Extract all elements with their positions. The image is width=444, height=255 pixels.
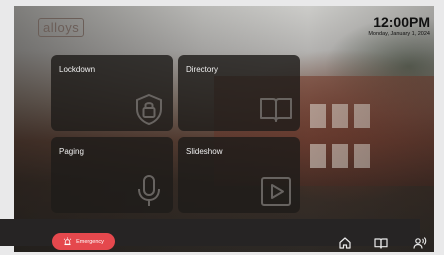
home-icon[interactable]: [338, 236, 352, 250]
clock: 12:00PM Monday, January 1, 2024: [368, 14, 430, 38]
play-icon: [261, 177, 291, 206]
tile-label: Paging: [59, 147, 84, 156]
tile-slideshow[interactable]: Slideshow: [178, 137, 300, 213]
tile-label: Slideshow: [186, 147, 223, 156]
tile-directory[interactable]: Directory: [178, 55, 300, 131]
tile-paging[interactable]: Paging: [51, 137, 173, 213]
book-icon[interactable]: [374, 236, 388, 250]
tile-label: Lockdown: [59, 65, 96, 74]
tile-label: Directory: [186, 65, 219, 74]
emergency-button[interactable]: Emergency: [52, 233, 115, 250]
lock-icon: [136, 93, 162, 126]
microphone-icon: [138, 175, 160, 206]
emergency-label: Emergency: [76, 238, 104, 245]
book-icon: [260, 98, 292, 122]
announcement-icon[interactable]: [413, 236, 427, 250]
clock-time: 12:00PM: [373, 14, 430, 30]
brand-logo: alloys: [38, 18, 85, 37]
clock-date: Monday, January 1, 2024: [368, 31, 430, 37]
alarm-icon: [63, 237, 72, 246]
tile-lockdown[interactable]: Lockdown: [51, 55, 173, 131]
